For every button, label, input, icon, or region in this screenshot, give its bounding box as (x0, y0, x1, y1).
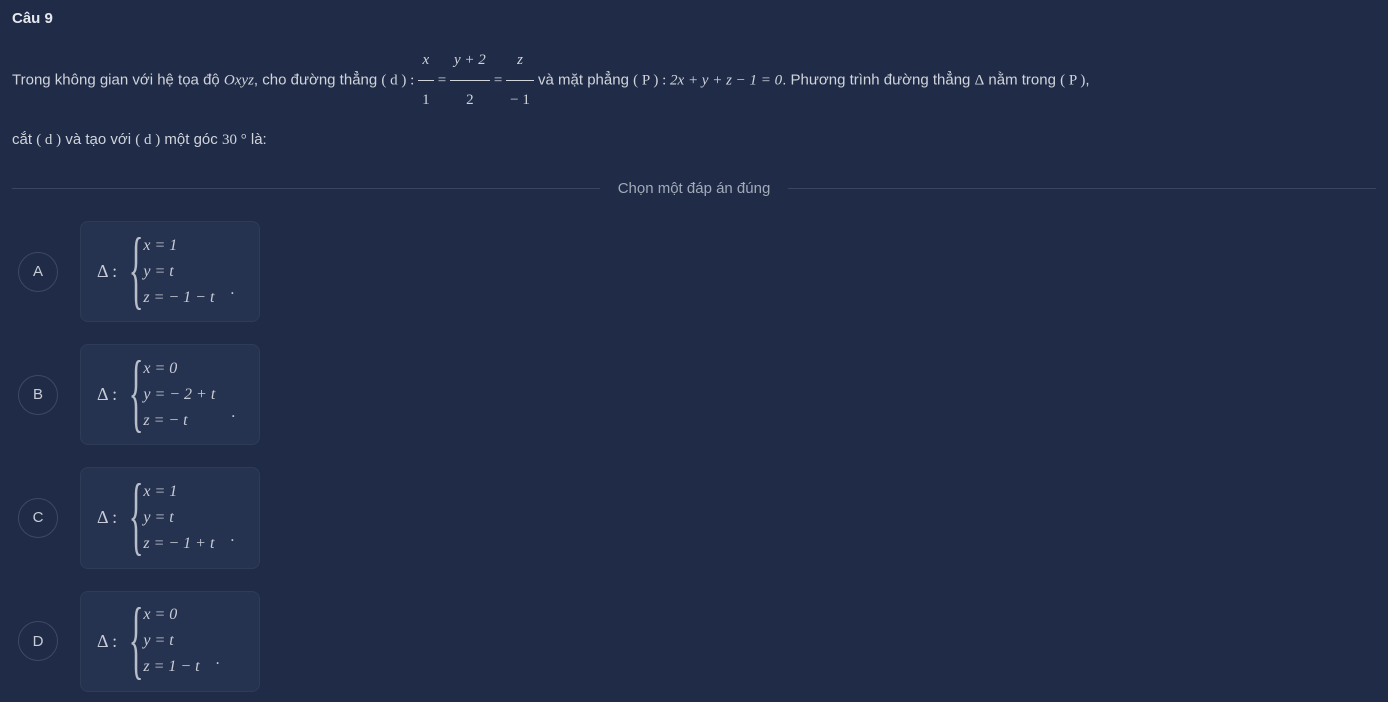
d3: ( d ) (135, 132, 160, 148)
q-line2a: cắt (12, 131, 36, 148)
option-letter-c[interactable]: C (18, 498, 58, 538)
option-c[interactable]: C Δ : { x = 1 y = t z = − 1 + t . (18, 467, 1376, 568)
question-text: Trong không gian với hệ tọa độ Oxyz, cho… (12, 41, 1376, 160)
p-label: ( P ) : (633, 72, 670, 88)
oxyz: Oxyz (224, 72, 254, 88)
equations-d: x = 0 y = t z = 1 − t (143, 606, 199, 676)
eq-sign-2: = (494, 72, 506, 88)
option-letter-a[interactable]: A (18, 252, 58, 292)
left-brace-icon: { (129, 476, 144, 555)
left-brace-icon: { (129, 600, 144, 679)
frac-x-1: x 1 (418, 41, 434, 120)
option-letter-d[interactable]: D (18, 621, 58, 661)
period: . (230, 281, 234, 311)
eq-sign-1: = (438, 72, 450, 88)
p2: ( P ) (1060, 72, 1085, 88)
equations-a: x = 1 y = t z = − 1 − t (143, 237, 214, 307)
frac-y2-2: y + 2 2 (450, 41, 490, 120)
d2: ( d ) (36, 132, 61, 148)
option-letter-b[interactable]: B (18, 375, 58, 415)
divider-line-left (12, 188, 600, 189)
q-after-frac: và mặt phẳng (538, 71, 633, 88)
comma: , (1085, 71, 1089, 88)
divider-line-right (788, 188, 1376, 189)
option-content-a: Δ : { x = 1 y = t z = − 1 − t . (80, 221, 260, 322)
option-b[interactable]: B Δ : { x = 0 y = − 2 + t z = − t . (18, 344, 1376, 445)
q-after-plane: . Phương trình đường thẳng (782, 71, 974, 88)
d-label: ( d ) : (381, 72, 418, 88)
divider: Chọn một đáp án đúng (12, 180, 1376, 197)
period: . (231, 404, 235, 434)
equations-c: x = 1 y = t z = − 1 + t (143, 483, 214, 553)
question-title: Câu 9 (12, 10, 1376, 27)
option-content-b: Δ : { x = 0 y = − 2 + t z = − t . (80, 344, 260, 445)
equations-b: x = 0 y = − 2 + t z = − t (143, 360, 215, 430)
option-a[interactable]: A Δ : { x = 1 y = t z = − 1 − t . (18, 221, 1376, 322)
left-brace-icon: { (129, 353, 144, 432)
q-line2d: là: (247, 131, 267, 148)
option-content-d: Δ : { x = 0 y = t z = 1 − t . (80, 591, 260, 692)
q-in-plane: nằm trong (984, 71, 1060, 88)
period: . (216, 651, 220, 681)
q-after-oxyz: , cho đường thẳng (254, 71, 381, 88)
delta-label: Δ : (97, 507, 117, 528)
delta-sym: Δ (975, 72, 985, 88)
angle: 30 ° (222, 132, 247, 148)
plane-eq: 2x + y + z − 1 = 0 (670, 72, 782, 88)
divider-text: Chọn một đáp án đúng (600, 180, 789, 197)
delta-label: Δ : (97, 261, 117, 282)
q-line2c: một góc (160, 131, 222, 148)
frac-z-m1: z − 1 (506, 41, 534, 120)
q-line2b: và tạo với (61, 131, 135, 148)
delta-label: Δ : (97, 631, 117, 652)
option-content-c: Δ : { x = 1 y = t z = − 1 + t . (80, 467, 260, 568)
options-list: A Δ : { x = 1 y = t z = − 1 − t . B Δ : … (12, 221, 1376, 692)
left-brace-icon: { (129, 230, 144, 309)
q-prefix: Trong không gian với hệ tọa độ (12, 71, 224, 88)
period: . (230, 528, 234, 558)
option-d[interactable]: D Δ : { x = 0 y = t z = 1 − t . (18, 591, 1376, 692)
delta-label: Δ : (97, 384, 117, 405)
